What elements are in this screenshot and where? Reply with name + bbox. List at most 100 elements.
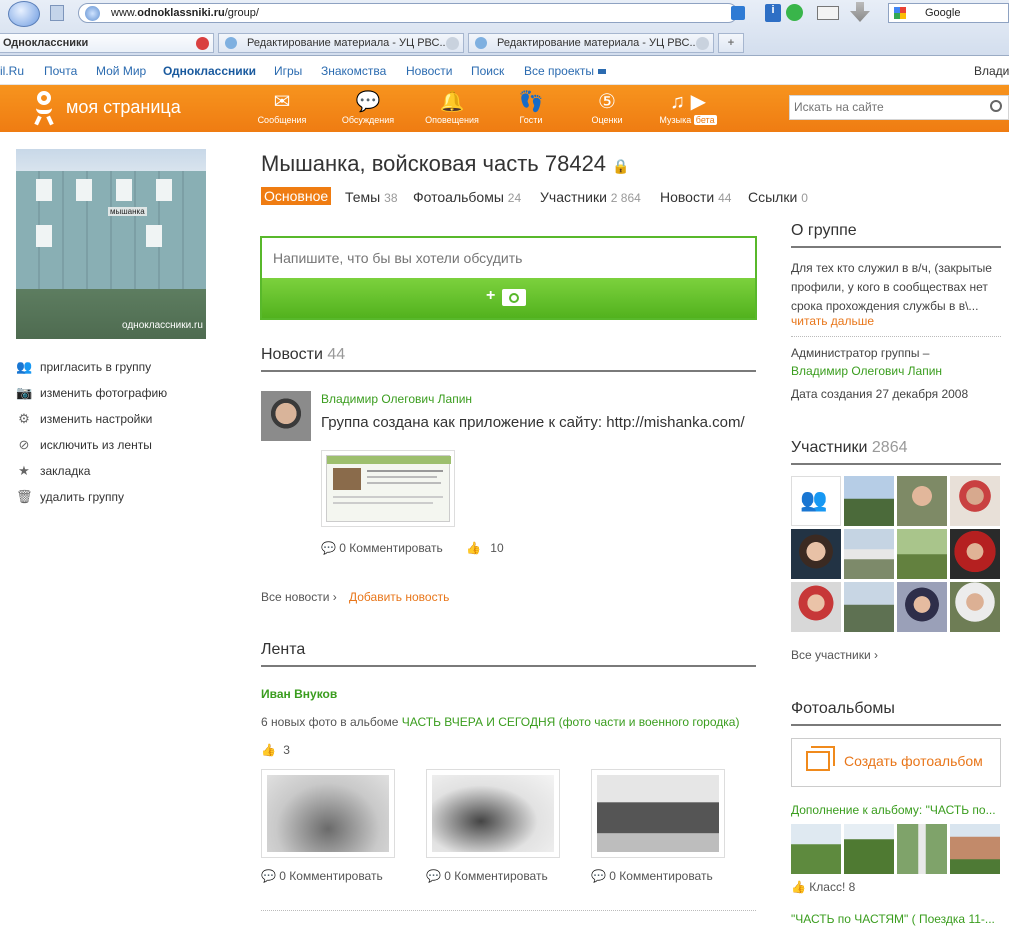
nav-guests[interactable]: 👣 Гости — [496, 89, 566, 125]
feed-photo-1[interactable] — [261, 769, 395, 858]
portal-link-igry[interactable]: Игры — [274, 64, 302, 78]
portal-link-odnoklassniki[interactable]: Одноклассники — [163, 64, 256, 78]
portal-link-novosti[interactable]: Новости — [406, 64, 452, 78]
back-button[interactable] — [8, 1, 40, 27]
read-more-link[interactable]: читать дальше — [791, 314, 874, 328]
tab-links[interactable]: Ссылки 0 — [748, 189, 808, 205]
nav-messages[interactable]: ✉ Сообщения — [247, 89, 317, 125]
member-avatar[interactable] — [844, 529, 894, 579]
close-icon[interactable] — [696, 37, 709, 50]
globe-icon — [85, 6, 100, 21]
star-icon: ★ — [18, 463, 30, 478]
search-icon[interactable] — [990, 100, 1002, 112]
news-author-link[interactable]: Владимир Олегович Лапин — [321, 392, 472, 406]
album-like-button[interactable]: 👍 Класс! 8 — [791, 880, 855, 894]
news-comment-button[interactable]: 💬 0 Комментировать — [321, 541, 443, 555]
tab-photo-albums[interactable]: Фотоальбомы 24 — [413, 189, 521, 205]
admin-name-link[interactable]: Владимир Олегович Лапин — [791, 364, 942, 378]
member-avatar[interactable] — [950, 529, 1000, 579]
album-next-link[interactable]: "ЧАСТЬ по ЧАСТЯМ" ( Поездка 11-... — [791, 912, 995, 926]
portal-link-all-projects[interactable]: Все проекты — [524, 64, 594, 78]
plus-label: + — [486, 287, 496, 304]
info-icon[interactable]: i — [765, 4, 781, 22]
invite-icon: 👥 — [800, 487, 828, 512]
invite-link[interactable]: 👥 пригласить в группу — [16, 359, 151, 375]
chevron-down-icon[interactable] — [598, 69, 606, 74]
all-members-link[interactable]: Все участники › — [791, 648, 878, 662]
feed-photo-1-comment-button[interactable]: 💬 0 Комментировать — [261, 869, 383, 883]
album-addition-link[interactable]: Дополнение к альбому: "ЧАСТЬ по... — [791, 803, 996, 817]
member-avatar[interactable] — [791, 582, 841, 632]
member-avatar[interactable] — [950, 582, 1000, 632]
feed-like-button[interactable]: 👍 3 — [261, 743, 290, 757]
portal-link-poisk[interactable]: Поиск — [471, 64, 504, 78]
album-photo[interactable] — [897, 824, 947, 874]
nav-notifications[interactable]: 🔔 Оповещения — [417, 89, 487, 125]
feed-photo-3-comment-button[interactable]: 💬 0 Комментировать — [591, 869, 713, 883]
add-photo-button[interactable]: + — [262, 278, 755, 318]
address-bar[interactable]: www.odnoklassniki.ru/group/ — [78, 3, 745, 23]
album-photo[interactable] — [844, 824, 894, 874]
feed-photo-3[interactable] — [591, 769, 725, 858]
browser-tab-edit-1[interactable]: Редактирование материала - УЦ РВС... — [218, 33, 464, 53]
member-avatar[interactable] — [844, 582, 894, 632]
group-title: Мышанка, войсковая часть 78424 🔒 — [261, 151, 630, 176]
change-photo-link[interactable]: 📷 изменить фотографию — [16, 385, 167, 401]
site-search-box — [789, 95, 1009, 120]
bookmark-icon[interactable] — [731, 6, 745, 20]
nav-music[interactable]: ♫ ▶ Музыка бета — [653, 89, 723, 125]
new-tab-button[interactable]: + — [718, 33, 744, 53]
feed-album-link[interactable]: ЧАСТЬ ВЧЕРА И СЕГОДНЯ (фото части и воен… — [402, 715, 740, 729]
member-avatar[interactable] — [950, 476, 1000, 526]
add-news-link[interactable]: Добавить новость — [349, 590, 449, 604]
bookmark-link[interactable]: ★ закладка — [16, 463, 90, 479]
composer-input[interactable] — [262, 238, 755, 278]
mail-icon[interactable] — [817, 6, 839, 20]
portal-link-mail-ru[interactable]: il.Ru — [0, 64, 24, 78]
member-avatar[interactable] — [897, 529, 947, 579]
feed-photo-2-comment-button[interactable]: 💬 0 Комментировать — [426, 869, 548, 883]
feed-author-link[interactable]: Иван Внуков — [261, 687, 337, 701]
site-search-input[interactable] — [790, 96, 980, 118]
discussions-icon: 💬 — [355, 91, 381, 113]
search-engine-label: Google — [925, 7, 961, 19]
member-avatar[interactable] — [791, 529, 841, 579]
browser-search-box[interactable]: Google — [888, 3, 1009, 23]
close-icon[interactable] — [196, 37, 209, 50]
news-like-button[interactable]: 👍 10 — [466, 541, 504, 555]
refresh-icon[interactable] — [786, 4, 803, 21]
nav-ratings[interactable]: ⑤ Оценки — [572, 89, 642, 125]
member-avatar[interactable] — [897, 476, 947, 526]
download-icon[interactable] — [850, 2, 870, 22]
browser-tab-edit-2[interactable]: Редактирование материала - УЦ РВС... — [468, 33, 714, 53]
ok-logo-icon[interactable] — [34, 91, 54, 126]
browser-tab-odnoklassniki[interactable]: Одноклассники — [0, 33, 214, 53]
portal-link-moy-mir[interactable]: Мой Мир — [96, 64, 146, 78]
create-album-button[interactable]: Создать фотоальбом — [791, 738, 1001, 787]
close-icon[interactable] — [446, 37, 459, 50]
tab-main[interactable]: Основное — [261, 187, 332, 205]
portal-link-znakomstva[interactable]: Знакомства — [321, 64, 386, 78]
exclude-feed-link[interactable]: ⊘ исключить из ленты — [16, 437, 152, 453]
members-section-title: Участники 2864 — [791, 439, 1001, 465]
my-page-link[interactable]: моя страница — [66, 97, 181, 118]
tab-topics[interactable]: Темы 38 — [345, 189, 398, 205]
feed-photo-2[interactable] — [426, 769, 560, 858]
news-attachment-thumbnail[interactable] — [321, 450, 455, 527]
nav-discussions[interactable]: 💬 Обсуждения — [333, 89, 403, 125]
portal-user-name[interactable]: Влади — [974, 64, 1009, 78]
portal-link-pochta[interactable]: Почта — [44, 64, 77, 78]
tab-members[interactable]: Участники 2 864 — [540, 189, 641, 205]
album-photo[interactable] — [791, 824, 841, 874]
invite-members-tile[interactable]: 👥 — [791, 476, 841, 526]
member-avatar[interactable] — [844, 476, 894, 526]
author-avatar[interactable] — [261, 391, 311, 441]
about-section-title: О группе — [791, 222, 1001, 248]
all-news-link[interactable]: Все новости › — [261, 590, 337, 604]
group-photo[interactable]: мышанка одноклассники.ru — [16, 149, 206, 339]
delete-group-link[interactable]: 🗑 удалить группу — [16, 489, 124, 505]
member-avatar[interactable] — [897, 582, 947, 632]
tab-news[interactable]: Новости 44 — [660, 189, 731, 205]
change-settings-link[interactable]: ⚙ изменить настройки — [16, 411, 152, 427]
album-photo[interactable] — [950, 824, 1000, 874]
